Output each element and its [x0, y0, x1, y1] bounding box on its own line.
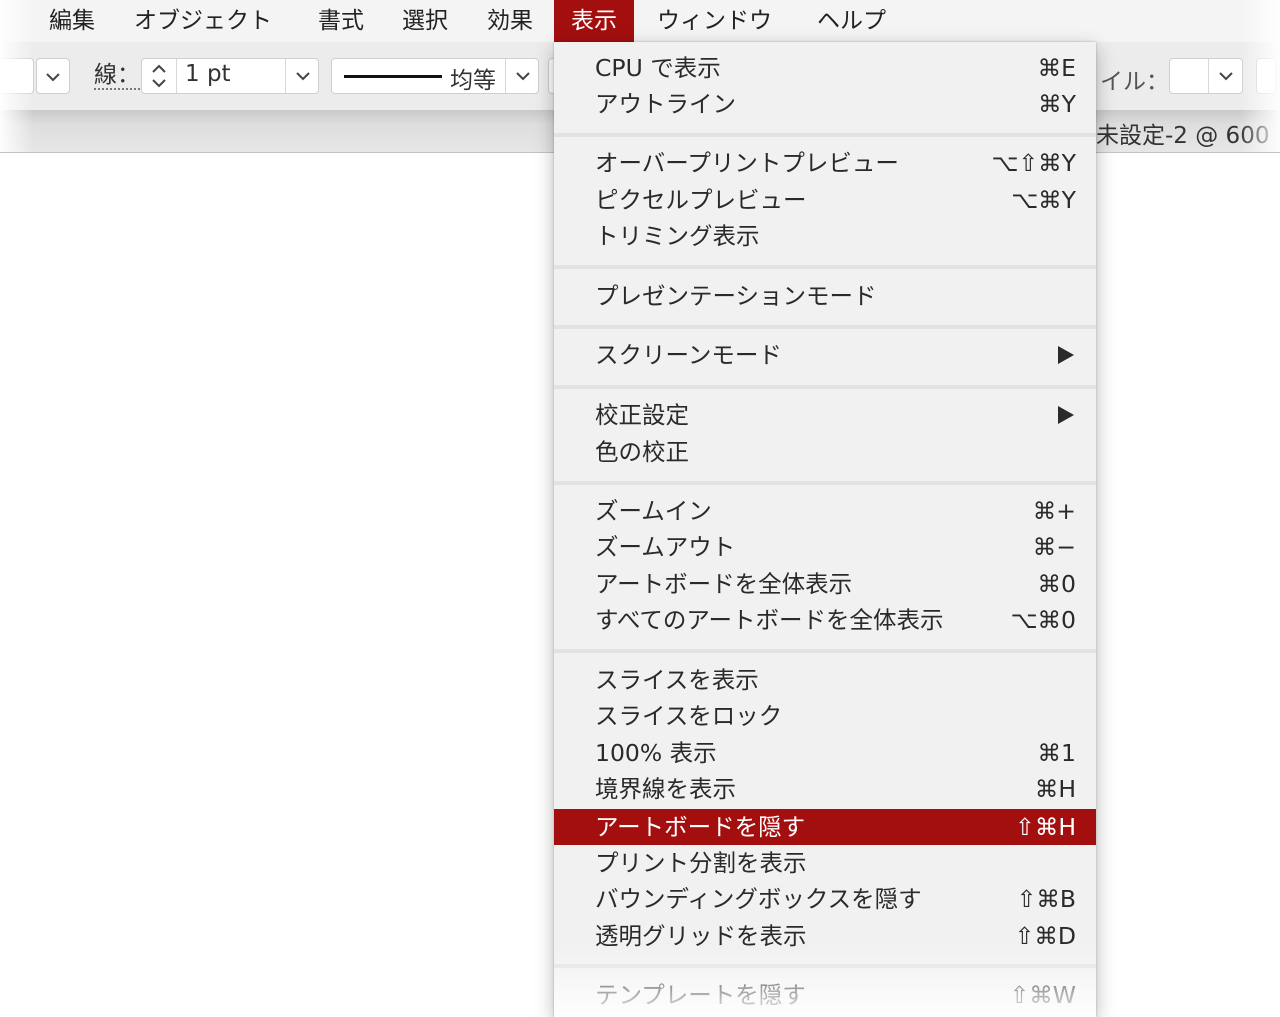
menu-item-trim-view[interactable]: トリミング表示 [554, 218, 1096, 254]
menu-item-zoom-out[interactable]: ズームアウト ⌘− [554, 529, 1096, 565]
menu-separator [554, 385, 1096, 389]
menu-item-lock-slices[interactable]: スライスをロック [554, 698, 1096, 734]
triangle-right-icon [1058, 346, 1074, 364]
menu-edit[interactable]: 編集 [32, 0, 112, 42]
menu-item-fit-artboard[interactable]: アートボードを全体表示 ⌘0 [554, 566, 1096, 602]
menu-separator [554, 325, 1096, 329]
stroke-weight-dropdown[interactable] [285, 59, 320, 93]
menu-window[interactable]: ウィンドウ [640, 0, 789, 42]
stroke-label[interactable]: 線： [94, 62, 140, 90]
style-select[interactable] [1169, 58, 1243, 94]
chevron-down-icon [39, 59, 67, 95]
style-dropdown[interactable] [1208, 59, 1244, 93]
stroke-profile-dropdown[interactable] [505, 59, 540, 93]
menu-item-proof-colors[interactable]: 色の校正 [554, 434, 1096, 470]
menu-item-pixel-preview[interactable]: ピクセルプレビュー ⌥⌘Y [554, 182, 1096, 218]
edge-fade-left [0, 0, 34, 152]
chevron-down-icon [1219, 72, 1233, 81]
menu-select[interactable]: 選択 [385, 0, 465, 42]
menu-item-outline[interactable]: アウトライン ⌘Y [554, 86, 1096, 122]
menu-item-actual-size[interactable]: 100% 表示 ⌘1 [554, 735, 1096, 771]
stroke-weight-stepper[interactable] [142, 59, 177, 93]
menu-item-presentation-mode[interactable]: プレゼンテーションモード [554, 278, 1096, 314]
menu-item-proof-setup[interactable]: 校正設定 [554, 397, 1096, 433]
menu-item-show-print-tiling[interactable]: プリント分割を表示 [554, 845, 1096, 881]
menu-item-show-slices[interactable]: スライスを表示 [554, 662, 1096, 698]
menu-item-show-edges[interactable]: 境界線を表示 ⌘H [554, 771, 1096, 807]
menu-item-hide-template[interactable]: テンプレートを隠す ⇧⌘W [554, 977, 1096, 1013]
style-label: イル： [1100, 69, 1169, 95]
menu-separator [554, 964, 1096, 968]
chevron-down-icon [516, 72, 530, 81]
edge-fade-right [1240, 0, 1280, 152]
menu-bar: 編集 オブジェクト 書式 選択 効果 表示 ウィンドウ ヘルプ [0, 0, 1280, 43]
stepper-icon [152, 64, 166, 88]
menu-separator [554, 481, 1096, 485]
fill-dropdown[interactable] [36, 58, 70, 94]
menu-item-show-transparency-grid[interactable]: 透明グリッドを表示 ⇧⌘D [554, 918, 1096, 954]
menu-separator [554, 133, 1096, 137]
menu-item-fit-all-artboards[interactable]: すべてのアートボードを全体表示 ⌥⌘0 [554, 602, 1096, 638]
menu-help[interactable]: ヘルプ [800, 0, 903, 42]
view-menu-dropdown: CPU で表示 ⌘E アウトライン ⌘Y オーバープリントプレビュー ⌥⇧⌘Y ピクセ… [554, 42, 1096, 1017]
menu-type[interactable]: 書式 [301, 0, 381, 42]
chevron-down-icon [296, 72, 310, 81]
menu-effect[interactable]: 効果 [470, 0, 550, 42]
menu-object[interactable]: オブジェクト [117, 0, 289, 42]
menu-separator [554, 649, 1096, 653]
menu-item-hide-artboards[interactable]: アートボードを隠す ⇧⌘H [554, 809, 1096, 845]
stroke-profile-label: 均等 [450, 68, 496, 94]
line-preview-icon [344, 75, 442, 78]
menu-separator [554, 265, 1096, 269]
menu-item-overprint-preview[interactable]: オーバープリントプレビュー ⌥⇧⌘Y [554, 145, 1096, 181]
menu-item-hide-bounding-box[interactable]: バウンディングボックスを隠す ⇧⌘B [554, 881, 1096, 917]
triangle-right-icon [1058, 406, 1074, 424]
stroke-profile-select[interactable]: 均等 [331, 58, 539, 94]
menu-item-zoom-in[interactable]: ズームイン ⌘+ [554, 493, 1096, 529]
stroke-weight-value[interactable]: 1 pt [185, 61, 231, 87]
menu-item-screen-mode[interactable]: スクリーンモード [554, 337, 1096, 373]
stroke-weight-field[interactable]: 1 pt [141, 58, 319, 94]
menu-view[interactable]: 表示 [554, 0, 634, 42]
menu-item-cpu-preview[interactable]: CPU で表示 ⌘E [554, 50, 1096, 86]
